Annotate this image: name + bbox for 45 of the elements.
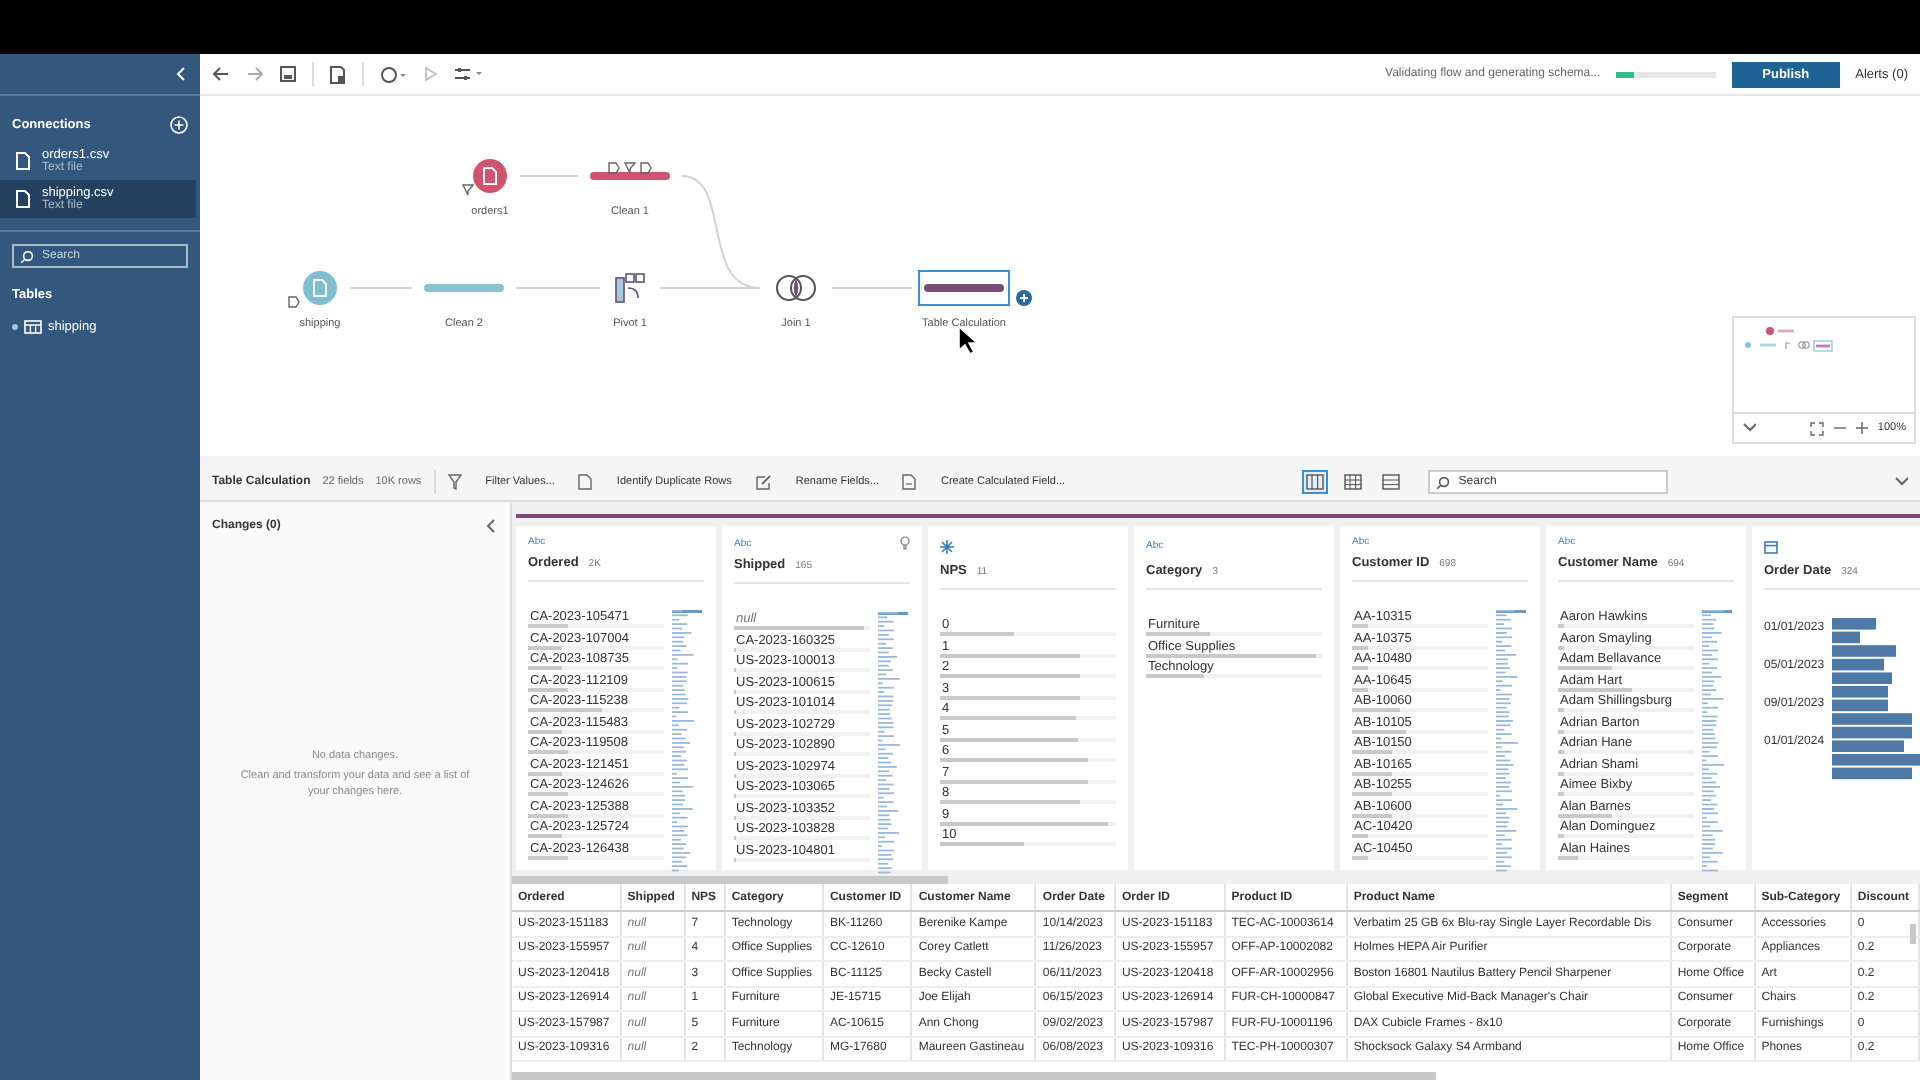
document-icon — [902, 474, 917, 490]
cursor-icon — [958, 326, 978, 356]
search-icon — [20, 250, 34, 264]
number-type-icon[interactable] — [940, 539, 954, 553]
zoom-out-icon[interactable] — [1833, 422, 1846, 434]
scrollbar-thumb[interactable] — [512, 1072, 1436, 1080]
search-icon — [1436, 476, 1451, 490]
clean-step-node[interactable] — [918, 270, 1010, 306]
refresh-icon[interactable] — [380, 65, 408, 83]
connector-line — [831, 287, 913, 289]
scrollbar-thumb[interactable] — [512, 876, 948, 884]
input-node-icon[interactable] — [472, 158, 508, 194]
filter-icon — [462, 184, 474, 196]
chevron-down-icon[interactable] — [1894, 474, 1909, 490]
connector-line — [515, 287, 601, 289]
view-toggle[interactable] — [1302, 470, 1329, 494]
status-dot — [12, 324, 18, 330]
connector-line — [519, 175, 579, 177]
connector-line — [349, 287, 413, 289]
save-icon[interactable] — [280, 66, 296, 82]
forward-arrow-icon[interactable] — [246, 66, 264, 82]
back-arrow-icon[interactable] — [212, 66, 230, 82]
lightbulb-icon[interactable] — [900, 536, 910, 550]
add-connection-icon[interactable] — [170, 116, 188, 134]
document-icon — [578, 474, 593, 490]
join-node-icon[interactable] — [774, 274, 818, 302]
view-toggle[interactable] — [1340, 470, 1367, 494]
view-toggle[interactable] — [1378, 470, 1405, 494]
chevron-down-icon[interactable] — [1742, 420, 1756, 436]
step-icon — [288, 296, 300, 308]
settings-sliders-icon[interactable] — [454, 66, 486, 82]
edit-icon — [755, 474, 772, 490]
fit-to-screen-icon[interactable] — [1809, 421, 1824, 435]
input-node-icon[interactable] — [302, 270, 338, 306]
change-icons-drawing — [608, 162, 652, 174]
file-icon — [16, 152, 30, 170]
zoom-in-icon[interactable] — [1855, 422, 1868, 434]
add-step-icon[interactable] — [1016, 290, 1032, 306]
file-icon — [16, 190, 30, 208]
filter-icon — [447, 474, 462, 490]
calendar-icon[interactable] — [1764, 539, 1778, 553]
collapse-icon[interactable] — [484, 518, 498, 534]
table-icon — [24, 320, 42, 334]
pivot-node-icon[interactable] — [614, 272, 646, 304]
data-source-icon[interactable] — [330, 65, 346, 83]
